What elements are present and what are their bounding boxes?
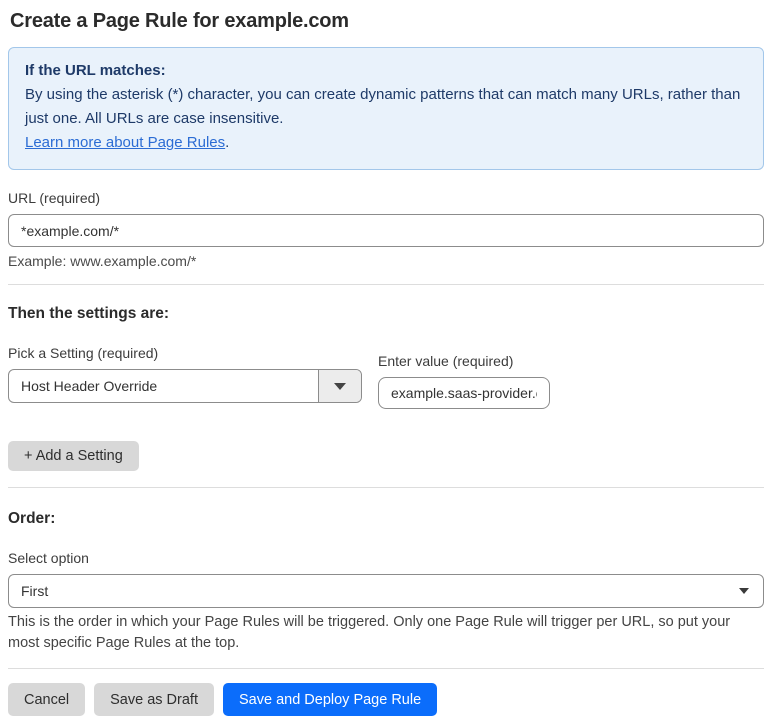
divider <box>8 487 764 488</box>
url-input[interactable] <box>8 214 764 247</box>
link-period: . <box>225 134 230 151</box>
chevron-down-icon <box>739 588 749 594</box>
setting-value-input[interactable] <box>378 377 550 409</box>
url-match-info-box: If the URL matches: By using the asteris… <box>8 47 764 170</box>
page-title: Create a Page Rule for example.com <box>10 10 349 32</box>
chevron-down-icon <box>334 382 346 390</box>
order-field-group: Select option First This is the order in… <box>8 550 764 654</box>
order-select-value: First <box>21 583 49 599</box>
form-actions: Cancel Save as Draft Save and Deploy Pag… <box>8 683 764 716</box>
save-deploy-button[interactable]: Save and Deploy Page Rule <box>222 683 438 716</box>
settings-row: Pick a Setting (required) Host Header Ov… <box>8 345 764 409</box>
info-box-heading: If the URL matches: <box>25 62 166 79</box>
order-section-heading: Order: <box>8 510 56 527</box>
url-field-group: URL (required) Example: www.example.com/… <box>8 190 764 270</box>
add-setting-button[interactable]: + Add a Setting <box>8 441 139 471</box>
order-select-label: Select option <box>8 550 89 566</box>
order-select[interactable]: First <box>8 574 764 608</box>
setting-select-value: Host Header Override <box>21 378 158 394</box>
divider <box>8 668 764 669</box>
setting-select-arrow-button[interactable] <box>318 370 361 402</box>
info-box-body: By using the asterisk (*) character, you… <box>25 86 741 127</box>
setting-select[interactable]: Host Header Override <box>8 369 362 403</box>
enter-value-label: Enter value (required) <box>378 353 514 369</box>
pick-setting-label: Pick a Setting (required) <box>8 345 159 361</box>
save-draft-button[interactable]: Save as Draft <box>94 683 214 716</box>
order-help-text: This is the order in which your Page Rul… <box>8 614 731 651</box>
learn-more-link[interactable]: Learn more about Page Rules <box>25 134 225 151</box>
url-field-label: URL (required) <box>8 190 101 206</box>
settings-section-heading: Then the settings are: <box>8 305 170 322</box>
url-example-text: Example: www.example.com/* <box>8 253 197 269</box>
cancel-button[interactable]: Cancel <box>8 683 86 716</box>
divider <box>8 284 764 285</box>
